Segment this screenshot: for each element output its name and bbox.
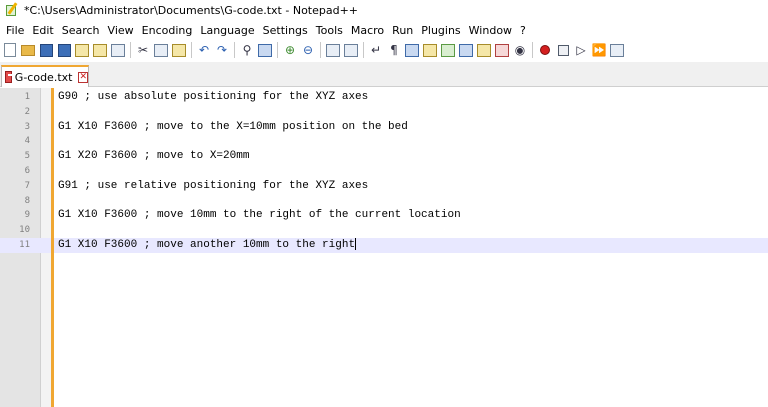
line-number: 1 (24, 92, 30, 102)
editor-line[interactable]: 3 G1 X10 F3600 ; move to the X=10mm posit… (0, 120, 768, 135)
toolbar-separator (191, 42, 192, 58)
unsaved-file-icon (5, 71, 14, 83)
menu-search[interactable]: Search (58, 24, 104, 37)
window-title: *C:\Users\Administrator\Documents\G-code… (24, 3, 359, 17)
menu-view[interactable]: View (104, 24, 138, 37)
editor-line[interactable]: 10 (0, 223, 768, 238)
line-number: 3 (24, 121, 30, 132)
line-number: 10 (19, 225, 30, 236)
toolbar-separator (363, 42, 364, 58)
menu-window[interactable]: Window (465, 24, 516, 37)
line-number: 8 (24, 195, 30, 206)
menu-encoding[interactable]: Encoding (138, 24, 197, 37)
editor-line[interactable]: 8 (0, 194, 768, 209)
editor-area[interactable]: 1 G90 ; use absolute positioning for the … (0, 88, 768, 407)
save-all-icon[interactable] (56, 42, 72, 58)
menu-plugins[interactable]: Plugins (417, 24, 464, 37)
line-text: G91 ; use relative positioning for the X… (58, 179, 369, 192)
editor-line-current[interactable]: 11 G1 X10 F3600 ; move another 10mm to th… (0, 237, 768, 253)
toolbar-separator (532, 42, 533, 58)
zoom-out-icon[interactable]: ⊖ (300, 42, 316, 58)
zoom-in-icon[interactable]: ⊕ (282, 42, 298, 58)
user-language-icon[interactable] (422, 42, 438, 58)
line-text: G90 ; use absolute positioning for the X… (58, 91, 369, 103)
sync-horizontal-icon[interactable] (343, 42, 359, 58)
change-history-bar (51, 88, 54, 407)
tab-bar: G-code.txt ✕ (0, 62, 768, 87)
print-icon[interactable] (110, 42, 126, 58)
tab-close-icon[interactable]: ✕ (78, 71, 88, 83)
copy-icon[interactable] (153, 42, 169, 58)
toolbar-separator (277, 42, 278, 58)
menu-run[interactable]: Run (388, 24, 417, 37)
notepad-plus-plus-icon (5, 2, 19, 17)
menu-tools[interactable]: Tools (312, 24, 347, 37)
find-icon[interactable]: ⚲ (239, 42, 255, 58)
tab-g-code[interactable]: G-code.txt ✕ (1, 65, 89, 87)
line-number: 7 (24, 180, 30, 191)
tab-label: G-code.txt (14, 70, 73, 84)
function-list-icon[interactable] (458, 42, 474, 58)
editor-lines: 1 G90 ; use absolute positioning for the … (0, 90, 768, 253)
cut-icon[interactable]: ✂ (135, 42, 151, 58)
editor-line[interactable]: 9 G1 X10 F3600 ; move 10mm to the right o… (0, 208, 768, 223)
line-text: G1 X10 F3600 ; move 10mm to the right of… (58, 209, 461, 222)
toolbar: ✂ ↶ ↷ ⚲ ⊕ ⊖ ↵ ¶ ◉ ▷ ⏩ (0, 39, 768, 61)
monitoring-icon[interactable] (494, 42, 510, 58)
sync-vertical-icon[interactable] (325, 42, 341, 58)
line-number: 11 (19, 239, 30, 250)
replace-icon[interactable] (257, 42, 273, 58)
new-file-icon[interactable] (2, 42, 18, 58)
editor-line[interactable]: 4 (0, 134, 768, 149)
redo-icon[interactable]: ↷ (214, 42, 230, 58)
line-number: 4 (24, 136, 30, 147)
editor-line[interactable]: 2 (0, 105, 768, 120)
line-text: G1 X10 F3600 ; move another 10mm to the … (58, 238, 357, 253)
toolbar-separator (130, 42, 131, 58)
menu-settings[interactable]: Settings (259, 24, 312, 37)
close-all-icon[interactable] (92, 42, 108, 58)
close-icon[interactable] (74, 42, 90, 58)
record-macro-icon[interactable] (537, 42, 553, 58)
open-file-icon[interactable] (20, 42, 36, 58)
eye-icon[interactable]: ◉ (512, 42, 528, 58)
line-text: G1 X20 F3600 ; move to X=20mm (58, 150, 250, 163)
run-macro-multiple-icon[interactable]: ⏩ (591, 42, 607, 58)
word-wrap-icon[interactable]: ↵ (368, 42, 384, 58)
save-macro-icon[interactable] (609, 42, 625, 58)
line-text: G1 X10 F3600 ; move to the X=10mm positi… (58, 120, 408, 133)
editor-line[interactable]: 1 G90 ; use absolute positioning for the … (0, 90, 768, 105)
document-map-icon[interactable] (440, 42, 456, 58)
line-number: 9 (24, 210, 30, 221)
undo-icon[interactable]: ↶ (196, 42, 212, 58)
save-icon[interactable] (38, 42, 54, 58)
menu-macro[interactable]: Macro (347, 24, 388, 37)
line-number: 6 (24, 165, 30, 176)
paste-icon[interactable] (171, 42, 187, 58)
stop-macro-icon[interactable] (555, 42, 571, 58)
editor-line[interactable]: 5 G1 X20 F3600 ; move to X=20mm (0, 149, 768, 164)
menu-bar: File Edit Search View Encoding Language … (0, 21, 768, 39)
line-text-content: G1 X10 F3600 ; move another 10mm to the … (58, 238, 356, 251)
text-caret (355, 238, 357, 251)
menu-language[interactable]: Language (196, 24, 258, 37)
menu-help[interactable]: ? (516, 24, 530, 37)
indent-guide-icon[interactable] (404, 42, 420, 58)
menu-edit[interactable]: Edit (28, 24, 57, 37)
show-all-chars-icon[interactable]: ¶ (386, 42, 402, 58)
play-macro-icon[interactable]: ▷ (573, 42, 589, 58)
editor-line[interactable]: 6 (0, 164, 768, 179)
toolbar-separator (234, 42, 235, 58)
menu-file[interactable]: File (0, 24, 28, 37)
line-number: 2 (24, 106, 30, 117)
folder-workspace-icon[interactable] (476, 42, 492, 58)
line-number: 5 (24, 151, 30, 162)
editor-line[interactable]: 7 G91 ; use relative positioning for the … (0, 179, 768, 194)
toolbar-separator (320, 42, 321, 58)
title-bar: *C:\Users\Administrator\Documents\G-code… (0, 0, 768, 20)
